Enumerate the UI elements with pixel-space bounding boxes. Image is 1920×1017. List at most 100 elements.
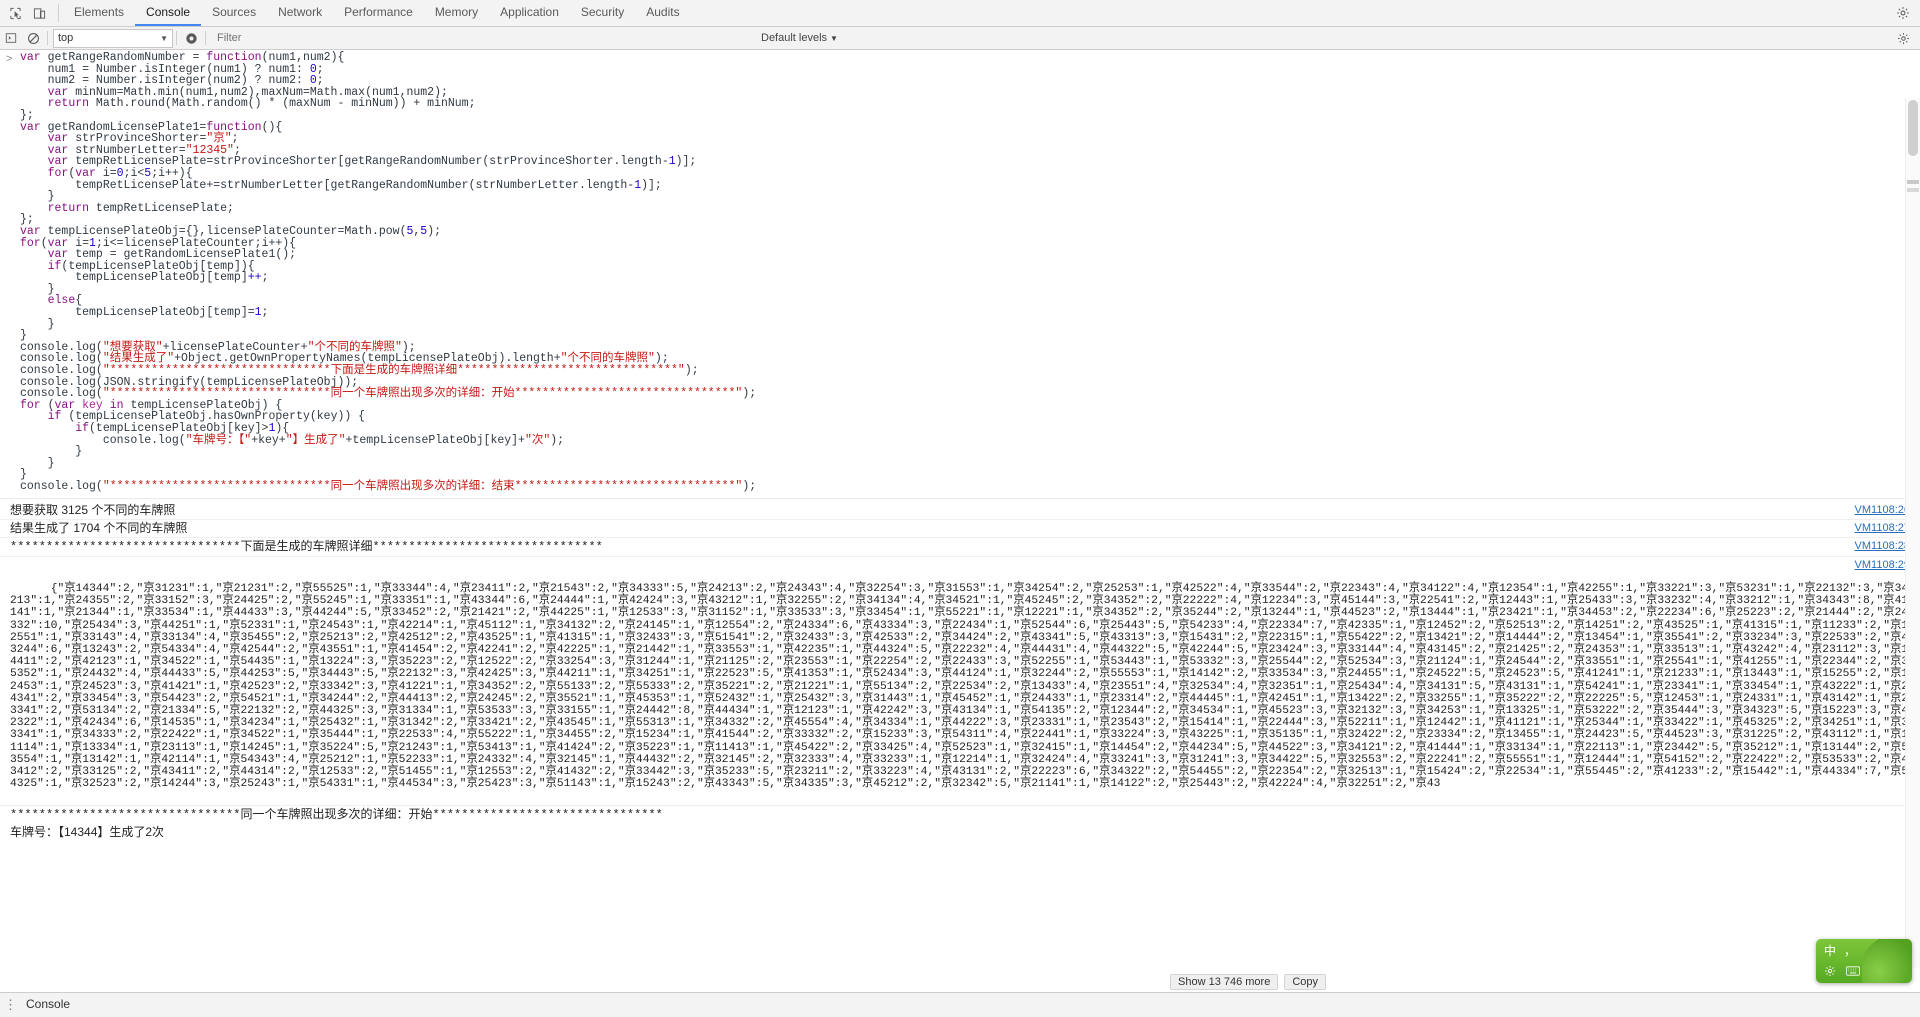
code-token: ); <box>742 479 757 493</box>
console-output-message: 结果生成了 1704 个不同的车牌照 VM1108:27 <box>0 520 1920 538</box>
code-token: +tempLicensePlateObj[key]+ <box>345 433 525 447</box>
more-options-icon[interactable]: ⋮ <box>4 997 17 1013</box>
code-token: return <box>47 97 96 111</box>
inspect-element-icon[interactable] <box>4 2 26 24</box>
tab-label: Network <box>278 5 323 19</box>
source-link[interactable]: VM1108:28 <box>1855 540 1910 553</box>
tab-label: Memory <box>434 5 479 19</box>
console-input-echo: > var getRangeRandomNumber = function(nu… <box>0 50 1920 495</box>
filter-input[interactable] <box>213 29 521 47</box>
gear-icon[interactable] <box>1892 2 1914 24</box>
clear-console-icon[interactable] <box>22 28 44 48</box>
console-output-message: ********************************下面是生成的车牌… <box>0 538 1920 557</box>
tab-application[interactable]: Application <box>489 0 570 26</box>
tab-audits[interactable]: Audits <box>635 0 690 26</box>
devtools-window: Elements Console Sources Network Perform… <box>0 0 1920 1017</box>
scrollbar-mark <box>1907 180 1919 184</box>
tab-performance[interactable]: Performance <box>333 0 424 26</box>
console-divider <box>0 497 1920 499</box>
tab-elements[interactable]: Elements <box>63 0 135 26</box>
show-more-button[interactable]: Show 13 746 more <box>1170 974 1279 990</box>
truncation-controls: Show 13 746 more Copy <box>1170 974 1327 990</box>
tab-memory[interactable]: Memory <box>424 0 489 26</box>
tab-label: Security <box>580 5 625 19</box>
live-expression-icon[interactable] <box>180 28 202 48</box>
log-levels-label: Default levels <box>761 32 828 44</box>
tab-console[interactable]: Console <box>135 0 202 26</box>
console-settings-icon[interactable] <box>1892 28 1914 48</box>
message-text: ********************************同一个车牌照出现… <box>10 807 663 822</box>
ime-punctuation-toggle[interactable]: ， <box>1844 942 1856 959</box>
code-token: "车牌号：【" <box>185 433 252 447</box>
tab-label: Console <box>146 5 191 19</box>
code-token: "次" <box>524 433 551 447</box>
code-token: +key+ <box>251 433 286 447</box>
execute-snippet-icon[interactable] <box>0 28 22 48</box>
code-token: ); <box>684 364 699 378</box>
code-token: "】生成了" <box>285 433 346 447</box>
code-token: )]; <box>675 155 697 169</box>
tab-label: Audits <box>646 5 680 19</box>
ime-mode-indicator[interactable]: 中 <box>1824 942 1836 959</box>
code-token: tempLicensePlateObj[temp]= <box>20 306 255 320</box>
code-token: console.log( <box>20 479 103 493</box>
code-token: ; <box>261 306 269 320</box>
toolbar-divider-2 <box>176 31 177 45</box>
tab-network[interactable]: Network <box>267 0 333 26</box>
code-token: ); <box>550 433 565 447</box>
tab-label: Sources <box>212 5 257 19</box>
toggle-device-toolbar-icon[interactable] <box>28 2 50 24</box>
tab-sources[interactable]: Sources <box>201 0 267 26</box>
message-text: 车牌号：【14344】生成了2次 <box>10 824 165 839</box>
tabbar-right-controls <box>1892 0 1920 26</box>
source-link[interactable]: VM1108:27 <box>1855 522 1910 535</box>
console-toolbar: top ▼ Default levels ▼ <box>0 27 1920 50</box>
chevron-down-icon: ▼ <box>830 33 838 43</box>
console-output-message: ********************************同一个车牌照出现… <box>0 806 1920 824</box>
ime-floating-toolbar[interactable]: 中 ， <box>1816 939 1912 983</box>
code-token: return <box>47 201 96 215</box>
source-link[interactable]: VM1108:26 <box>1855 504 1910 517</box>
console-messages-pane[interactable]: > var getRangeRandomNumber = function(nu… <box>0 50 1920 992</box>
message-text: 想要获取 3125 个不同的车牌照 <box>10 502 176 517</box>
toolbar-right-controls <box>1892 28 1920 48</box>
tab-security[interactable]: Security <box>570 0 635 26</box>
toolbar-divider <box>47 31 48 45</box>
devtools-tabbar: Elements Console Sources Network Perform… <box>0 0 1920 27</box>
console-scrollbar[interactable] <box>1905 98 1920 968</box>
toolbar-divider-3 <box>205 31 206 45</box>
tab-label: Performance <box>344 5 413 19</box>
code-token: ++ <box>247 271 262 285</box>
tabbar-divider <box>58 4 59 22</box>
drawer-bar: ⋮ Console <box>0 992 1920 1017</box>
code-token: (){ <box>261 120 283 134</box>
gear-icon[interactable] <box>1824 965 1836 980</box>
message-text: ********************************下面是生成的车牌… <box>10 539 603 554</box>
scrollbar-mark <box>1907 188 1919 192</box>
console-input-source: var getRangeRandomNumber = function(num1… <box>0 52 1920 493</box>
code-token: "********************************同一个车牌照出… <box>102 479 743 493</box>
code-token: )]; <box>641 178 662 192</box>
source-link[interactable]: VM1108:29 <box>1850 558 1910 571</box>
code-token: 1 <box>254 306 262 320</box>
tabbar-tool-icons <box>0 0 54 26</box>
console-output-message: 车牌号：【14344】生成了2次 <box>0 824 1920 841</box>
code-token: tempRetLicensePlate+=strNumberLetter[get… <box>20 178 635 192</box>
keyboard-icon[interactable] <box>1846 965 1860 979</box>
copy-button[interactable]: Copy <box>1284 974 1327 990</box>
execution-context-selector[interactable]: top ▼ <box>53 28 173 48</box>
log-levels-selector[interactable]: Default levels ▼ <box>761 32 838 44</box>
code-token: 1 <box>668 155 676 169</box>
scrollbar-thumb[interactable] <box>1908 100 1918 156</box>
code-token: tempRetLicensePlate; <box>95 201 234 215</box>
json-blob-text: {"京14344":2,"京31231":1,"京21231":2,"京5552… <box>10 582 1909 791</box>
code-token: Math.round(Math.random() * (maxNum - min… <box>95 97 476 111</box>
chevron-down-icon: ▼ <box>160 33 168 43</box>
console-json-output: VM1108:29 {"京14344":2,"京31231":1,"京21231… <box>0 557 1920 806</box>
code-token: ); <box>742 387 757 401</box>
tab-label: Application <box>500 5 559 19</box>
drawer-tab-console[interactable]: Console <box>22 995 74 1015</box>
code-token: ; <box>261 271 269 285</box>
console-output-message: 想要获取 3125 个不同的车牌照 VM1108:26 <box>0 502 1920 520</box>
prompt-chevron-icon: > <box>6 54 13 66</box>
